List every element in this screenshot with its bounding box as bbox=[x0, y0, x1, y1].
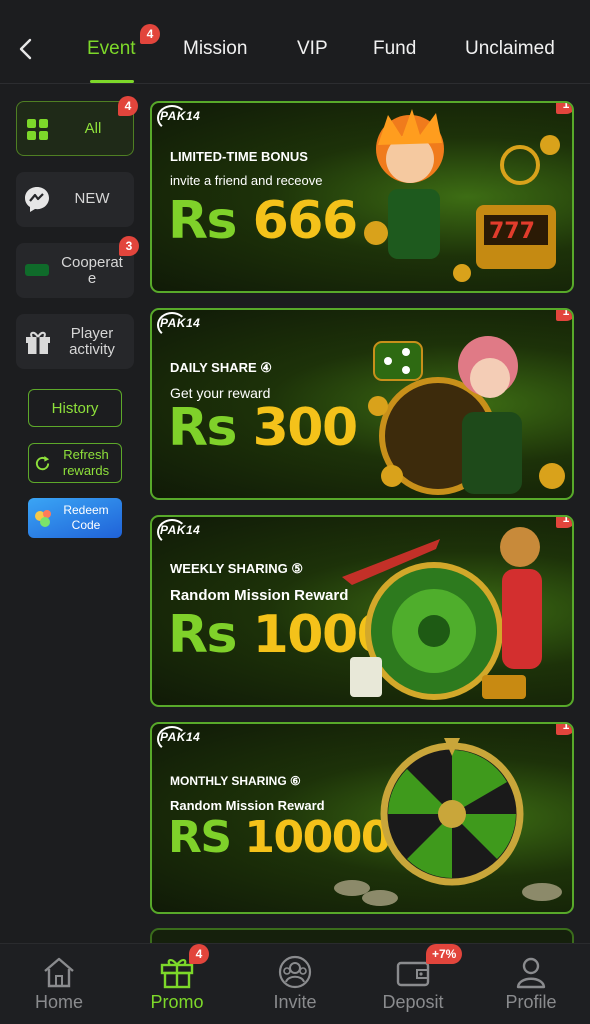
refresh-rewards-label: Refresh rewards bbox=[62, 447, 110, 478]
handshake-icon bbox=[25, 264, 49, 276]
spin-wheel-pilot-illustration bbox=[342, 527, 542, 700]
refresh-rewards-button[interactable]: Refresh rewards bbox=[28, 443, 122, 483]
redeem-gift-icon bbox=[35, 510, 51, 527]
messenger-icon bbox=[25, 187, 49, 212]
tab-event[interactable]: Event bbox=[87, 38, 136, 60]
tab-fund[interactable]: Fund bbox=[373, 38, 416, 60]
category-label: Player activity bbox=[69, 325, 115, 358]
category-new[interactable]: NEW bbox=[16, 172, 134, 227]
banner-badge: 1 bbox=[556, 724, 572, 735]
category-cooperate[interactable]: Cooperat e 3 bbox=[16, 236, 139, 298]
grid-icon bbox=[27, 119, 48, 140]
invite-icon bbox=[278, 955, 312, 989]
pak14-logo: PAK14 bbox=[156, 519, 201, 545]
nav-deposit[interactable]: Deposit +7% bbox=[354, 944, 472, 1024]
banner-subtitle: Random Mission Reward bbox=[170, 798, 325, 813]
category-player-activity[interactable]: Player activity bbox=[16, 314, 134, 369]
redeem-code-label: Redeem Code bbox=[63, 503, 109, 532]
pak14-logo: PAK14 bbox=[156, 105, 201, 131]
nav-label: Profile bbox=[505, 992, 557, 1012]
category-label: All bbox=[84, 120, 102, 137]
currency-label: Rs bbox=[168, 191, 238, 251]
banner-amount: Rs 666 bbox=[168, 191, 359, 251]
banner-badge: 1 bbox=[556, 103, 572, 114]
category-sidebar: All 4 NEW Cooperat e 3 Player activity H… bbox=[0, 85, 146, 943]
currency-label: RS bbox=[168, 812, 232, 863]
tab-unclaimed[interactable]: Unclaimed bbox=[465, 38, 555, 60]
pak14-logo: PAK14 bbox=[156, 312, 201, 338]
prize-wheel-illustration bbox=[334, 738, 562, 906]
fire-hero-slot-illustration: 777 bbox=[364, 109, 560, 282]
category-all[interactable]: All 4 bbox=[16, 96, 138, 156]
nav-label: Home bbox=[34, 992, 83, 1012]
category-label: NEW bbox=[74, 190, 110, 207]
nav-invite[interactable]: Invite bbox=[236, 944, 354, 1024]
home-icon bbox=[44, 957, 74, 988]
promo-banner-limited-bonus[interactable]: PAK14 LIMITED-TIME BONUS invite a friend… bbox=[150, 101, 574, 293]
nav-promo-badge: 4 bbox=[189, 944, 209, 964]
category-badge: 4 bbox=[118, 96, 138, 116]
banner-title: WEEKLY SHARING ⑤ bbox=[170, 561, 304, 576]
nav-deposit-badge: +7% bbox=[426, 944, 463, 964]
amount-value: 300 bbox=[252, 398, 359, 458]
tab-vip[interactable]: VIP bbox=[297, 38, 328, 60]
nav-profile[interactable]: Profile bbox=[472, 944, 590, 1024]
back-arrow-icon[interactable] bbox=[14, 34, 38, 64]
banner-subtitle: invite a friend and receove bbox=[170, 173, 323, 188]
nav-label: Invite bbox=[273, 992, 317, 1012]
top-tab-bar: Event 4 Mission VIP Fund Unclaimed bbox=[0, 0, 590, 84]
banner-title: LIMITED-TIME BONUS bbox=[170, 149, 308, 164]
banner-badge: 1 bbox=[556, 310, 572, 321]
nav-promo[interactable]: Promo 4 bbox=[118, 944, 236, 1024]
category-badge: 3 bbox=[119, 236, 139, 256]
refresh-icon bbox=[35, 455, 50, 471]
bottom-navigation: Home Promo 4 Invite Deposit +7% Profile bbox=[0, 943, 590, 1024]
banner-title: DAILY SHARE ④ bbox=[170, 360, 272, 375]
active-tab-indicator bbox=[90, 80, 134, 83]
nav-label: Deposit bbox=[382, 992, 444, 1012]
currency-label: Rs bbox=[168, 398, 238, 458]
svg-text:777: 777 bbox=[489, 219, 535, 244]
banner-title: MONTHLY SHARING ⑥ bbox=[170, 774, 301, 788]
history-button[interactable]: History bbox=[28, 389, 122, 427]
promo-banner-daily-share[interactable]: PAK14 DAILY SHARE ④ Get your reward Rs 3… bbox=[150, 308, 574, 500]
profile-icon bbox=[516, 957, 546, 989]
category-label: Cooperat e bbox=[61, 254, 123, 287]
tab-mission[interactable]: Mission bbox=[183, 38, 247, 60]
gift-icon bbox=[26, 331, 50, 354]
promo-banner-weekly-sharing[interactable]: PAK14 WEEKLY SHARING ⑤ Random Mission Re… bbox=[150, 515, 574, 707]
redeem-code-button[interactable]: Redeem Code bbox=[28, 498, 122, 538]
banner-amount: Rs 300 bbox=[168, 398, 359, 458]
nav-label: Promo bbox=[150, 992, 204, 1012]
banner-badge: 1 bbox=[556, 517, 572, 528]
tab-event-badge: 4 bbox=[140, 24, 160, 44]
promo-banner-monthly-sharing[interactable]: PAK14 MONTHLY SHARING ⑥ Random Mission R… bbox=[150, 722, 574, 914]
amount-value: 666 bbox=[252, 191, 359, 251]
pak14-logo: PAK14 bbox=[156, 726, 201, 752]
nav-home[interactable]: Home bbox=[0, 944, 118, 1024]
banner-subtitle: Random Mission Reward bbox=[170, 587, 349, 604]
share-girl-wheel-illustration bbox=[368, 336, 565, 495]
currency-label: Rs bbox=[168, 605, 238, 665]
